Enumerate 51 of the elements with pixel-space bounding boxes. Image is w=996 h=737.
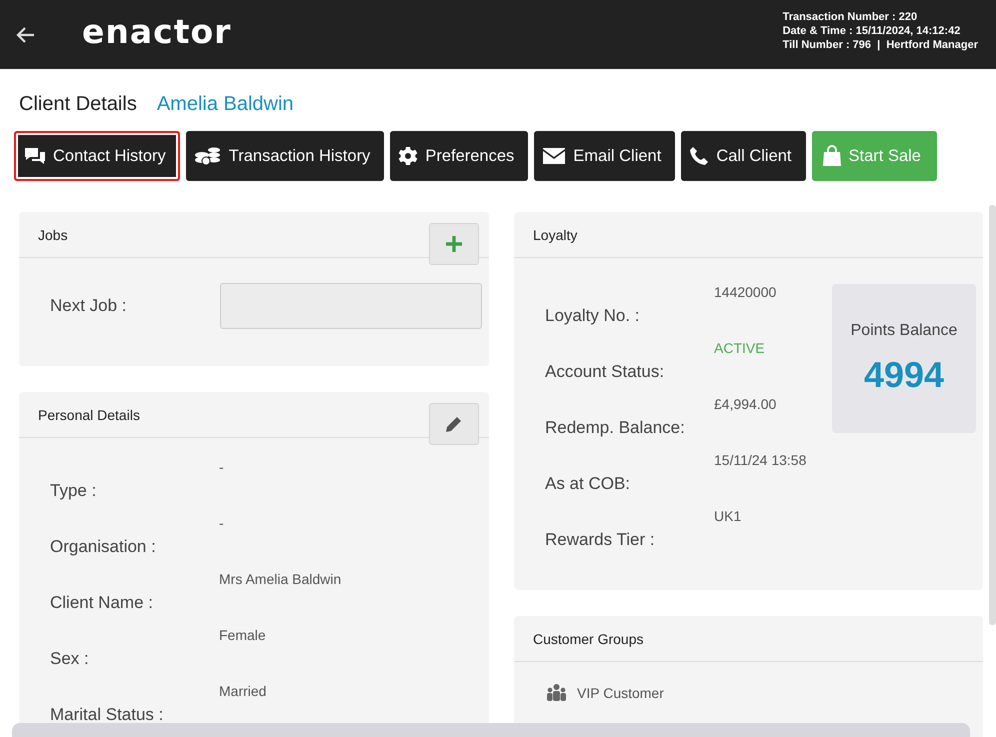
field-label: Sex : [50,649,90,669]
chat-icon [24,147,46,165]
edit-button[interactable] [429,403,479,445]
page-title: Client Details [19,93,137,116]
field-label: Redemp. Balance: [545,418,686,438]
field-label: Rewards Tier : [545,530,656,550]
field-label: Loyalty No. : [545,306,640,326]
logo: enactor [82,12,232,51]
action-button[interactable]: Call Client [681,131,806,181]
field-value: Mrs Amelia Baldwin [219,571,342,589]
field-value: 14420000 [714,284,778,302]
field-label: Marital Status : [50,705,164,725]
field-label: Organisation : [50,537,157,557]
points-label: Points Balance [850,322,958,340]
transaction-info: Transaction Number : 220 Date & Time : 15/11/2024, 14:12:42 Till Number : 796 | Hertford Manager [782,10,978,52]
group-name: VIP Customer [577,684,664,700]
horizontal-scrollbar[interactable] [12,723,970,737]
mail-icon [542,147,566,165]
add-button[interactable] [429,223,479,265]
action-button[interactable]: Email Client [534,131,676,181]
card-title: Personal Details [38,406,140,422]
plus-icon [445,235,463,253]
card-title: Loyalty [533,226,578,242]
shopping-bag-icon [822,145,842,167]
gear-icon [398,146,418,166]
card-title: Customer Groups [533,630,644,646]
field-value: - [219,515,225,533]
pencil-icon [445,415,463,433]
group-icon [546,684,567,701]
client-name: Amelia Baldwin [156,93,294,116]
field-label: As at COB: [545,474,632,494]
field-label: Client Name : [50,593,154,613]
points-value: 4994 [864,354,944,396]
action-button[interactable]: Transaction History [186,131,384,181]
action-button[interactable]: Contact History [14,131,180,181]
field-value: 15/11/24 13:58 [714,452,808,470]
field-label: Type : [50,481,98,501]
field-value: - [219,459,225,477]
phone-icon [689,146,710,166]
field-value: Married [219,683,268,701]
action-button[interactable]: Preferences [390,131,528,181]
card-title: Jobs [38,226,68,242]
field-label: Next Job : [50,296,127,316]
field-value: £4,994.00 [714,396,778,414]
field-label: Account Status: [545,362,666,382]
vertical-scrollbar[interactable] [989,205,996,625]
field-value: UK1 [714,508,742,526]
status-value: ACTIVE [714,340,766,358]
field-value: Female [219,627,267,645]
coins-icon [194,146,222,166]
input-field[interactable] [220,283,482,329]
